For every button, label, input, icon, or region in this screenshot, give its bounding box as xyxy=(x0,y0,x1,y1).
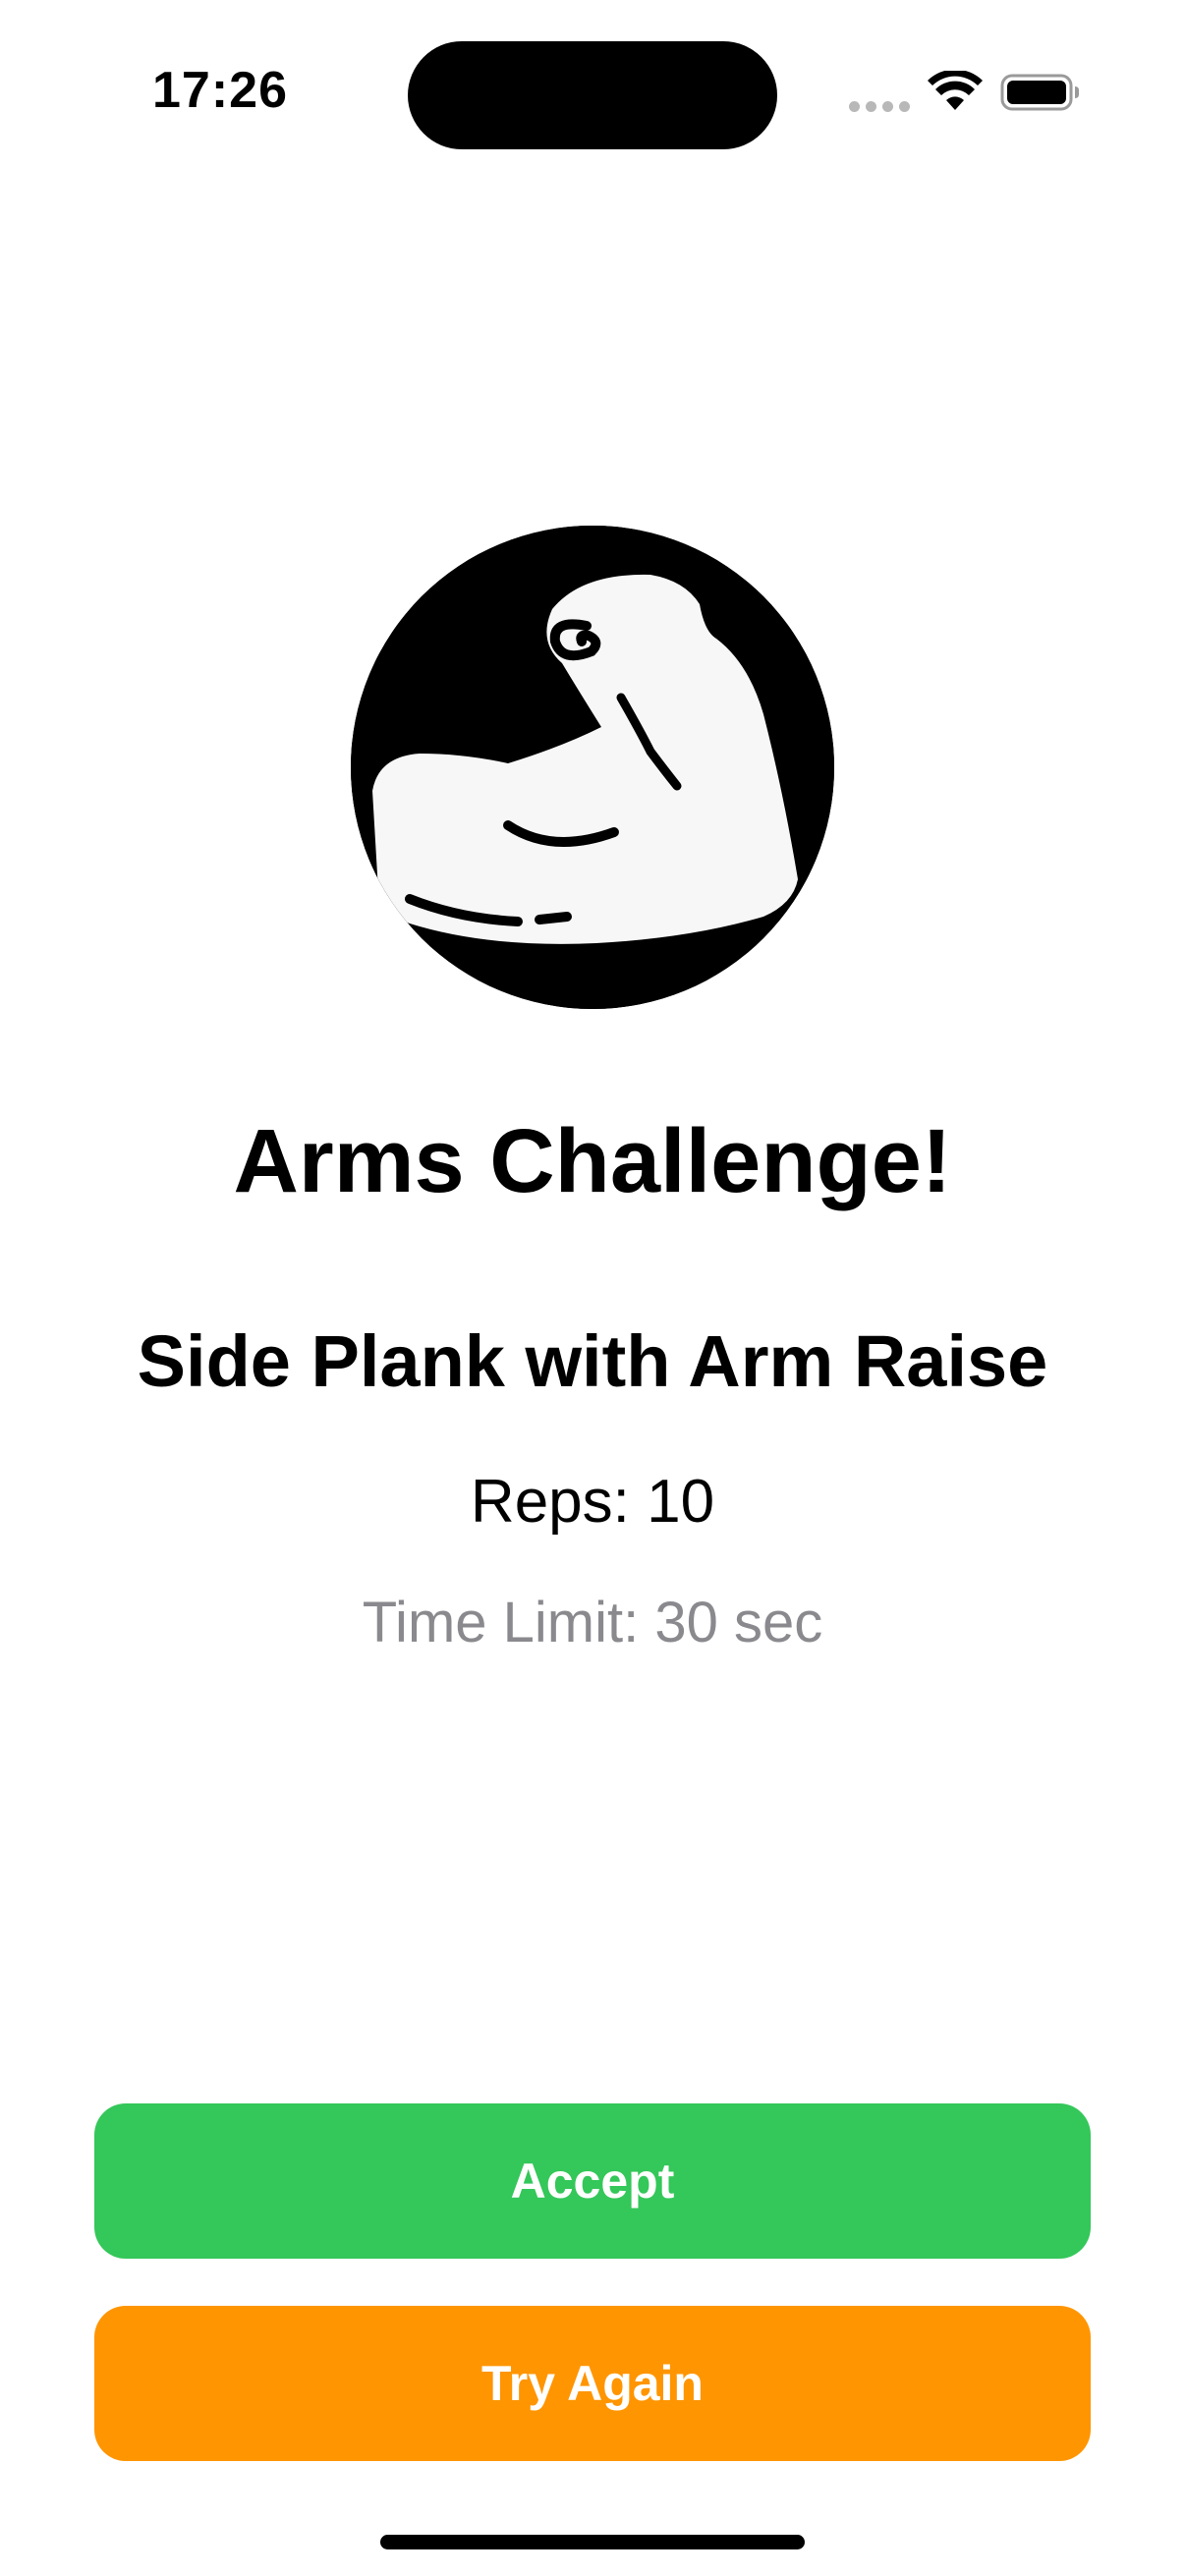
cellular-signal-icon xyxy=(849,101,910,112)
try-again-button[interactable]: Try Again xyxy=(94,2306,1091,2461)
challenge-title: Arms Challenge! xyxy=(233,1111,952,1211)
challenge-image xyxy=(351,526,834,1009)
flexed-biceps-icon xyxy=(351,526,834,1009)
battery-icon xyxy=(1000,74,1079,111)
time-limit-label: Time Limit: 30 sec xyxy=(362,1591,823,1654)
accept-button[interactable]: Accept xyxy=(94,2103,1091,2259)
status-time: 17:26 xyxy=(152,62,288,119)
wifi-icon xyxy=(928,71,983,110)
reps-label: Reps: 10 xyxy=(470,1468,715,1536)
exercise-name: Side Plank with Arm Raise xyxy=(137,1320,1048,1402)
dynamic-island xyxy=(408,41,777,149)
home-indicator[interactable] xyxy=(380,2535,805,2549)
